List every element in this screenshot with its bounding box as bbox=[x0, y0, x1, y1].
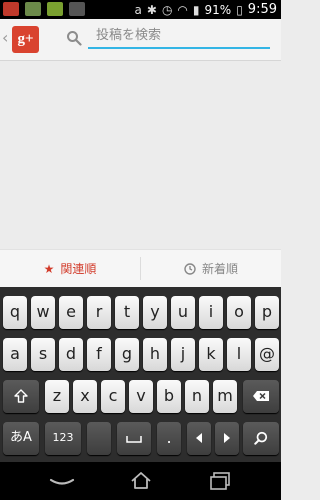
key-a[interactable]: a bbox=[3, 338, 27, 371]
home-icon[interactable] bbox=[127, 471, 155, 491]
key-j[interactable]: j bbox=[171, 338, 195, 371]
cursor-left-key[interactable] bbox=[187, 422, 211, 455]
star-icon: ★ bbox=[43, 261, 55, 276]
input-mode-label: あA bbox=[10, 430, 32, 445]
search-icon bbox=[67, 31, 82, 46]
status-bar: a ✱ ◷ ◠ ▮ 91% ▯ 9:59 bbox=[0, 0, 281, 19]
key-at[interactable]: @ bbox=[255, 338, 279, 371]
key-h[interactable]: h bbox=[143, 338, 167, 371]
key-m[interactable]: m bbox=[213, 380, 237, 413]
key-b[interactable]: b bbox=[157, 380, 181, 413]
soft-keyboard: q w e r t y u i o p a s d f g h j k l @ … bbox=[0, 287, 281, 462]
alarm-icon: ◷ bbox=[161, 2, 173, 17]
notification-icons bbox=[3, 2, 85, 16]
key-z[interactable]: z bbox=[45, 380, 69, 413]
key-q[interactable]: q bbox=[3, 296, 27, 329]
shift-key[interactable] bbox=[3, 380, 39, 413]
key-y[interactable]: y bbox=[143, 296, 167, 329]
up-caret-icon[interactable]: ‹ bbox=[2, 28, 8, 48]
tab-newest-label: 新着順 bbox=[201, 262, 238, 276]
comma-key[interactable] bbox=[87, 422, 111, 455]
search-key[interactable] bbox=[243, 422, 279, 455]
number-mode-key[interactable]: 123 bbox=[45, 422, 81, 455]
period-label: . bbox=[166, 428, 172, 447]
key-c[interactable]: c bbox=[101, 380, 125, 413]
key-n[interactable]: n bbox=[185, 380, 209, 413]
search-input[interactable] bbox=[88, 24, 270, 49]
photo-notification-icon bbox=[25, 2, 41, 16]
space-key[interactable] bbox=[117, 422, 151, 455]
amazon-icon: a bbox=[134, 2, 142, 17]
shift-icon bbox=[14, 389, 28, 403]
key-u[interactable]: u bbox=[171, 296, 195, 329]
key-v[interactable]: v bbox=[129, 380, 153, 413]
clock-icon bbox=[184, 262, 196, 275]
search-box bbox=[64, 24, 271, 53]
backspace-key[interactable] bbox=[243, 380, 279, 413]
battery-icon: ▯ bbox=[236, 2, 243, 17]
key-r[interactable]: r bbox=[87, 296, 111, 329]
key-e[interactable]: e bbox=[59, 296, 83, 329]
search-key-icon bbox=[254, 431, 268, 445]
key-d[interactable]: d bbox=[59, 338, 83, 371]
key-x[interactable]: x bbox=[73, 380, 97, 413]
status-icons: a ✱ ◷ ◠ ▮ 91% ▯ 9:59 bbox=[135, 2, 277, 17]
key-l[interactable]: l bbox=[227, 338, 251, 371]
key-i[interactable]: i bbox=[199, 296, 223, 329]
key-f[interactable]: f bbox=[87, 338, 111, 371]
key-t[interactable]: t bbox=[115, 296, 139, 329]
back-icon[interactable] bbox=[48, 471, 76, 491]
left-arrow-icon bbox=[196, 433, 202, 443]
space-icon bbox=[126, 436, 142, 443]
tab-relevance-label: 関連順 bbox=[60, 262, 97, 276]
recents-icon[interactable] bbox=[207, 471, 235, 491]
wifi-icon: ◠ bbox=[177, 2, 188, 17]
key-g[interactable]: g bbox=[115, 338, 139, 371]
calendar-notification-icon bbox=[47, 2, 63, 16]
battery-percent: 91% bbox=[204, 2, 232, 17]
tab-newest[interactable]: 新着順 bbox=[141, 250, 281, 287]
key-o[interactable]: o bbox=[227, 296, 251, 329]
input-mode-key[interactable]: あA bbox=[3, 422, 39, 455]
key-s[interactable]: s bbox=[31, 338, 55, 371]
sort-bar: ★ 関連順 新着順 bbox=[0, 249, 281, 288]
clock: 9:59 bbox=[247, 2, 277, 17]
key-w[interactable]: w bbox=[31, 296, 55, 329]
results-area bbox=[0, 61, 281, 247]
navigation-bar bbox=[0, 462, 281, 500]
cursor-right-key[interactable] bbox=[215, 422, 239, 455]
tab-relevance[interactable]: ★ 関連順 bbox=[0, 250, 140, 287]
bluetooth-icon: ✱ bbox=[146, 2, 157, 17]
signal-icon: ▮ bbox=[192, 2, 200, 17]
right-arrow-icon bbox=[224, 433, 230, 443]
number-mode-label: 123 bbox=[52, 431, 74, 444]
key-p[interactable]: p bbox=[255, 296, 279, 329]
period-key[interactable]: . bbox=[157, 422, 181, 455]
app-bar: ‹ g+ bbox=[0, 19, 281, 61]
mail-notification-icon bbox=[69, 2, 85, 16]
key-k[interactable]: k bbox=[199, 338, 223, 371]
gplus-notification-icon bbox=[3, 2, 19, 16]
google-plus-logo[interactable]: g+ bbox=[12, 26, 39, 53]
backspace-icon bbox=[253, 391, 269, 401]
